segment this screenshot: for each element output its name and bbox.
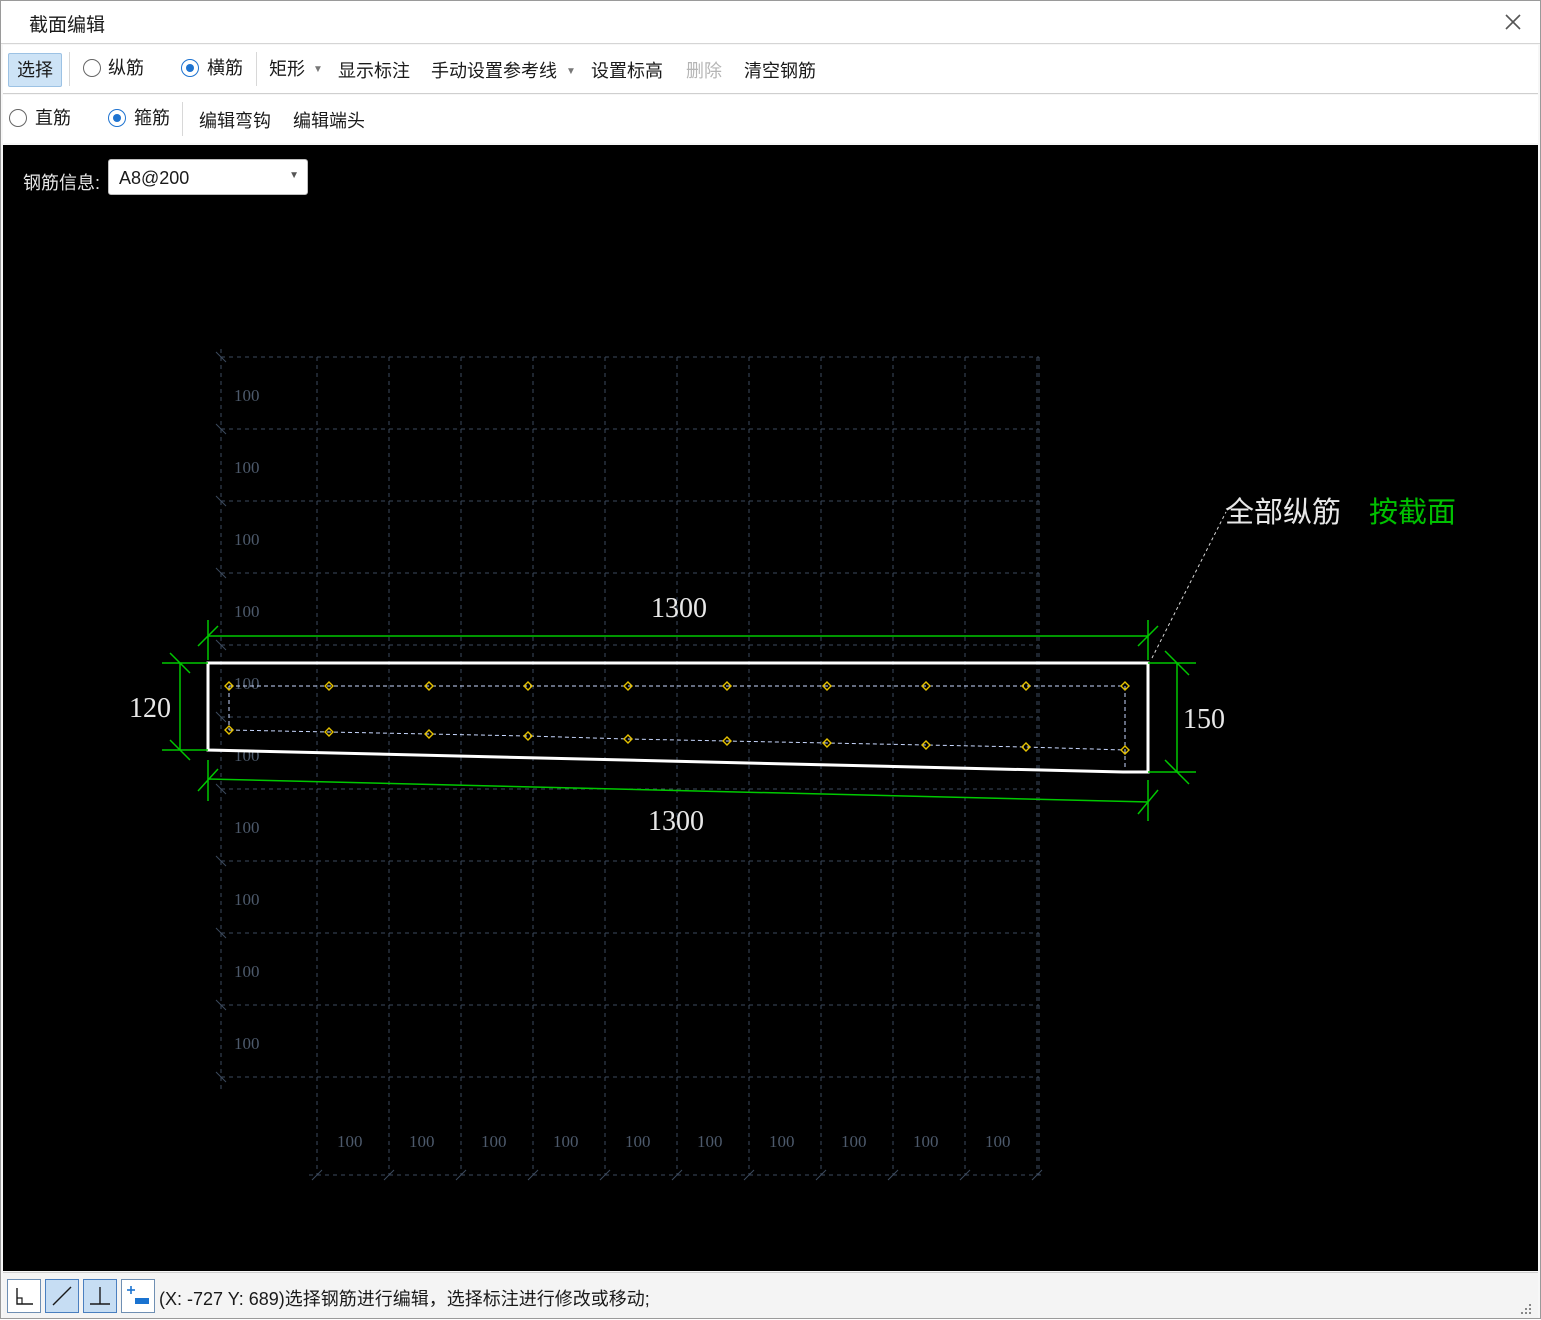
clear-rebar-button[interactable]: 清空钢筋 [744, 59, 816, 83]
oblique-icon[interactable] [45, 1279, 79, 1313]
grid-label: 100 [769, 1132, 795, 1151]
callout-all-longitudinal[interactable]: 全部纵筋 [1225, 496, 1341, 529]
section-editor-window: 截面编辑 选择 纵筋 横筋 矩形 ▼ 显示标注 手动设置参考线 ▼ 设置标高 删… [0, 0, 1541, 1319]
grid-label: 100 [553, 1132, 579, 1151]
toolbar-divider [256, 52, 257, 86]
rebar-info-value: A8@200 [119, 168, 190, 188]
grid-label: 100 [234, 674, 260, 693]
delete-button[interactable]: 删除 [686, 59, 722, 83]
grid-label: 100 [337, 1132, 363, 1151]
grid-label: 100 [409, 1132, 435, 1151]
straight-radio[interactable] [9, 109, 27, 127]
callout-leader [1151, 511, 1227, 659]
main-toolbar: 选择 纵筋 横筋 矩形 ▼ 显示标注 手动设置参考线 ▼ 设置标高 删除 清空钢… [3, 45, 1538, 94]
grid-label: 100 [625, 1132, 651, 1151]
stirrup-label[interactable]: 箍筋 [134, 106, 170, 130]
transverse-radio[interactable] [181, 59, 199, 77]
section-drawing[interactable]: 100 100 100 100 100 100 100 100 100 100 100 100 100 1… [3, 145, 1538, 1271]
rect-dropdown[interactable]: 矩形 [269, 57, 305, 81]
transverse-label[interactable]: 横筋 [207, 56, 243, 80]
callout-by-section[interactable]: 按截面 [1369, 496, 1456, 529]
chevron-down-icon[interactable]: ▼ [313, 64, 323, 75]
select-button[interactable]: 选择 [8, 53, 62, 87]
window-title: 截面编辑 [29, 15, 106, 36]
rebar-info-label: 钢筋信息: [23, 173, 101, 193]
edit-end-button[interactable]: 编辑端头 [293, 109, 365, 133]
straight-label[interactable]: 直筋 [35, 106, 71, 130]
grid-label: 100 [234, 890, 260, 909]
grid-label: 100 [234, 602, 260, 621]
longitudinal-radio[interactable] [83, 59, 101, 77]
title-bar: 截面编辑 [1, 1, 1540, 44]
right-dimension-text[interactable]: 150 [1183, 704, 1225, 735]
grid-label: 100 [234, 530, 260, 549]
grid-label: 100 [841, 1132, 867, 1151]
grid-label: 100 [913, 1132, 939, 1151]
resize-grip-icon[interactable] [1520, 1302, 1532, 1314]
left-dimension-text[interactable]: 120 [129, 693, 171, 724]
add-point-icon[interactable] [121, 1279, 155, 1313]
top-dimension-text[interactable]: 1300 [651, 593, 707, 624]
drawing-canvas[interactable]: 钢筋信息: A8@200 ▼ 100 100 100 100 100 100 100 100 1… [3, 145, 1538, 1271]
grid-label: 100 [234, 386, 260, 405]
set-elevation-button[interactable]: 设置标高 [591, 59, 663, 83]
edit-hook-button[interactable]: 编辑弯钩 [199, 109, 271, 133]
status-text: (X: -727 Y: 689)选择钢筋进行编辑，选择标注进行修改或移动; [159, 1289, 650, 1309]
secondary-toolbar: 直筋 箍筋 编辑弯钩 编辑端头 [3, 95, 1538, 143]
grid-label: 100 [234, 818, 260, 837]
show-annotation-button[interactable]: 显示标注 [338, 59, 410, 83]
stirrup-radio[interactable] [108, 109, 126, 127]
grid-label: 100 [481, 1132, 507, 1151]
grid-label: 100 [234, 1034, 260, 1053]
bottom-dimension-text[interactable]: 1300 [648, 806, 704, 837]
manual-reference-line-button[interactable]: 手动设置参考线 [431, 59, 557, 83]
chevron-down-icon[interactable]: ▼ [566, 66, 576, 77]
grid-label: 100 [697, 1132, 723, 1151]
rebar-info-select[interactable]: A8@200 ▼ [108, 159, 308, 195]
orthogonal-icon[interactable] [7, 1279, 41, 1313]
top-dimension[interactable] [197, 620, 1159, 660]
grid-label: 100 [234, 458, 260, 477]
toolbar-divider [182, 102, 183, 136]
grid-label: 100 [985, 1132, 1011, 1151]
chevron-down-icon[interactable]: ▼ [289, 170, 299, 181]
longitudinal-label[interactable]: 纵筋 [108, 56, 144, 80]
close-icon[interactable] [1500, 9, 1526, 35]
perpendicular-icon[interactable] [83, 1279, 117, 1313]
toolbar-divider [69, 52, 70, 86]
grid [215, 349, 1044, 1181]
grid-label: 100 [234, 746, 260, 765]
grid-label: 100 [234, 962, 260, 981]
status-bar: (X: -727 Y: 689)选择钢筋进行编辑，选择标注进行修改或移动; [3, 1272, 1538, 1318]
